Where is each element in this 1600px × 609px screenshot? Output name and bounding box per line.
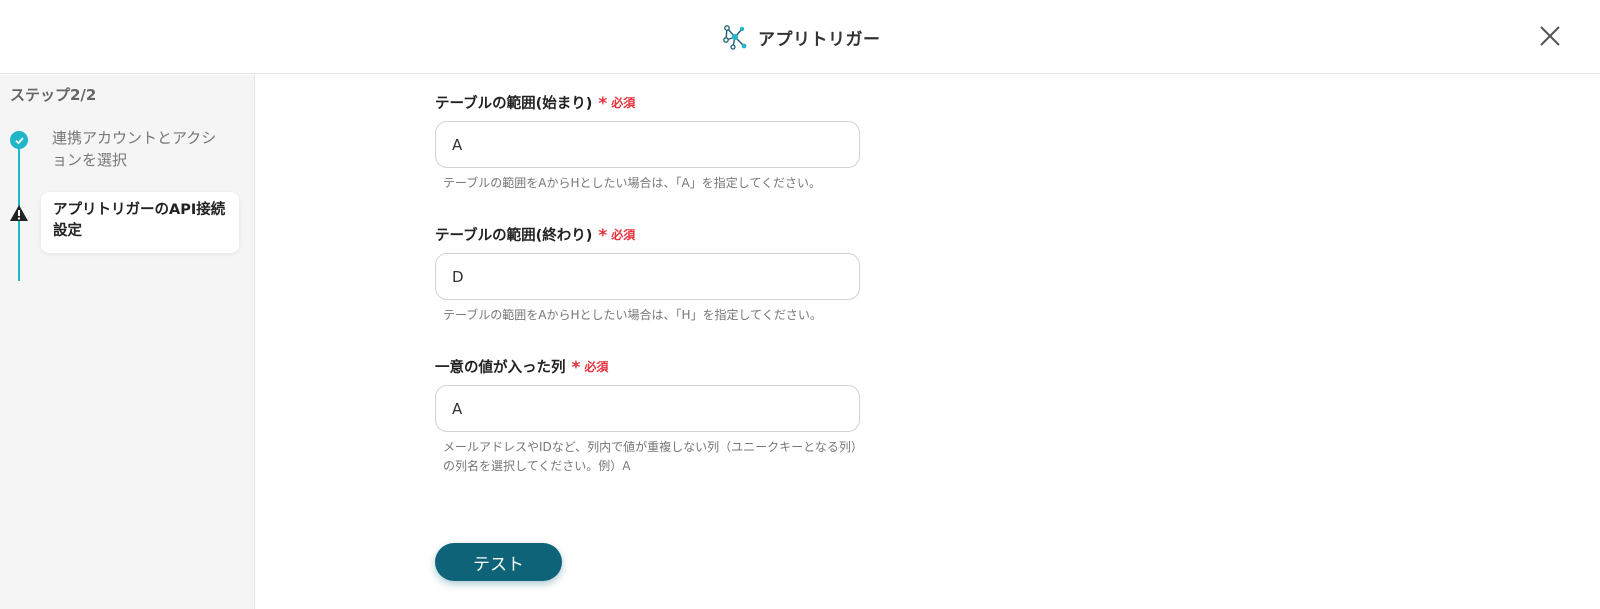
form-area: テーブルの範囲(始まり) * 必須 A テーブルの範囲をAからHとしたい場合は、… [256,75,1600,609]
check-circle-icon [10,131,28,149]
required-asterisk: * [598,94,608,114]
network-nodes-icon [723,25,747,50]
modal-header: アプリトリガー [0,0,1600,74]
field-help-text: テーブルの範囲をAからHとしたい場合は、「H」を指定してください。 [443,308,822,322]
required-badge: 必須 [611,95,636,110]
field-help-text: メールアドレスやIDなど、列内で値が重複しない列（ユニークキーとなる列）の列名を… [443,440,857,473]
field-label: テーブルの範囲(始まり) [435,95,593,112]
unique-column-input[interactable]: A [435,385,860,432]
test-button[interactable]: テスト [435,543,562,581]
header-title: アプリトリガー [722,22,881,52]
field-table-range-start: テーブルの範囲(始まり) * 必須 A テーブルの範囲をAからHとしたい場合は、… [435,91,860,193]
step-item-select-account[interactable]: 連携アカウントとアクションを選択 [52,127,227,171]
required-asterisk: * [598,226,608,246]
field-help-text: テーブルの範囲をAからHとしたい場合は、「A」を指定してください。 [443,176,822,190]
required-badge: 必須 [584,359,609,374]
table-range-start-input[interactable]: A [435,121,860,168]
step-sidebar: ステップ2/2 連携アカウントとアクションを選択 アプリトリガーのAPI接続設定 [0,75,255,609]
required-asterisk: * [571,358,581,378]
step-item-label: アプリトリガーのAPI接続設定 [53,202,226,239]
warning-icon [10,205,28,221]
close-button[interactable] [1536,22,1564,50]
required-badge: 必須 [611,227,636,242]
field-label: テーブルの範囲(終わり) [435,227,593,244]
field-table-range-end: テーブルの範囲(終わり) * 必須 D テーブルの範囲をAからHとしたい場合は、… [435,223,860,325]
close-icon[interactable] [1539,25,1561,47]
field-unique-column: 一意の値が入った列 * 必須 A メールアドレスやIDなど、列内で値が重複しない… [435,355,860,476]
field-label: 一意の値が入った列 [435,359,566,376]
table-range-end-input[interactable]: D [435,253,860,300]
step-item-api-settings[interactable]: アプリトリガーのAPI接続設定 [41,192,239,253]
page-title: アプリトリガー [758,29,881,50]
step-counter: ステップ2/2 [10,86,97,104]
